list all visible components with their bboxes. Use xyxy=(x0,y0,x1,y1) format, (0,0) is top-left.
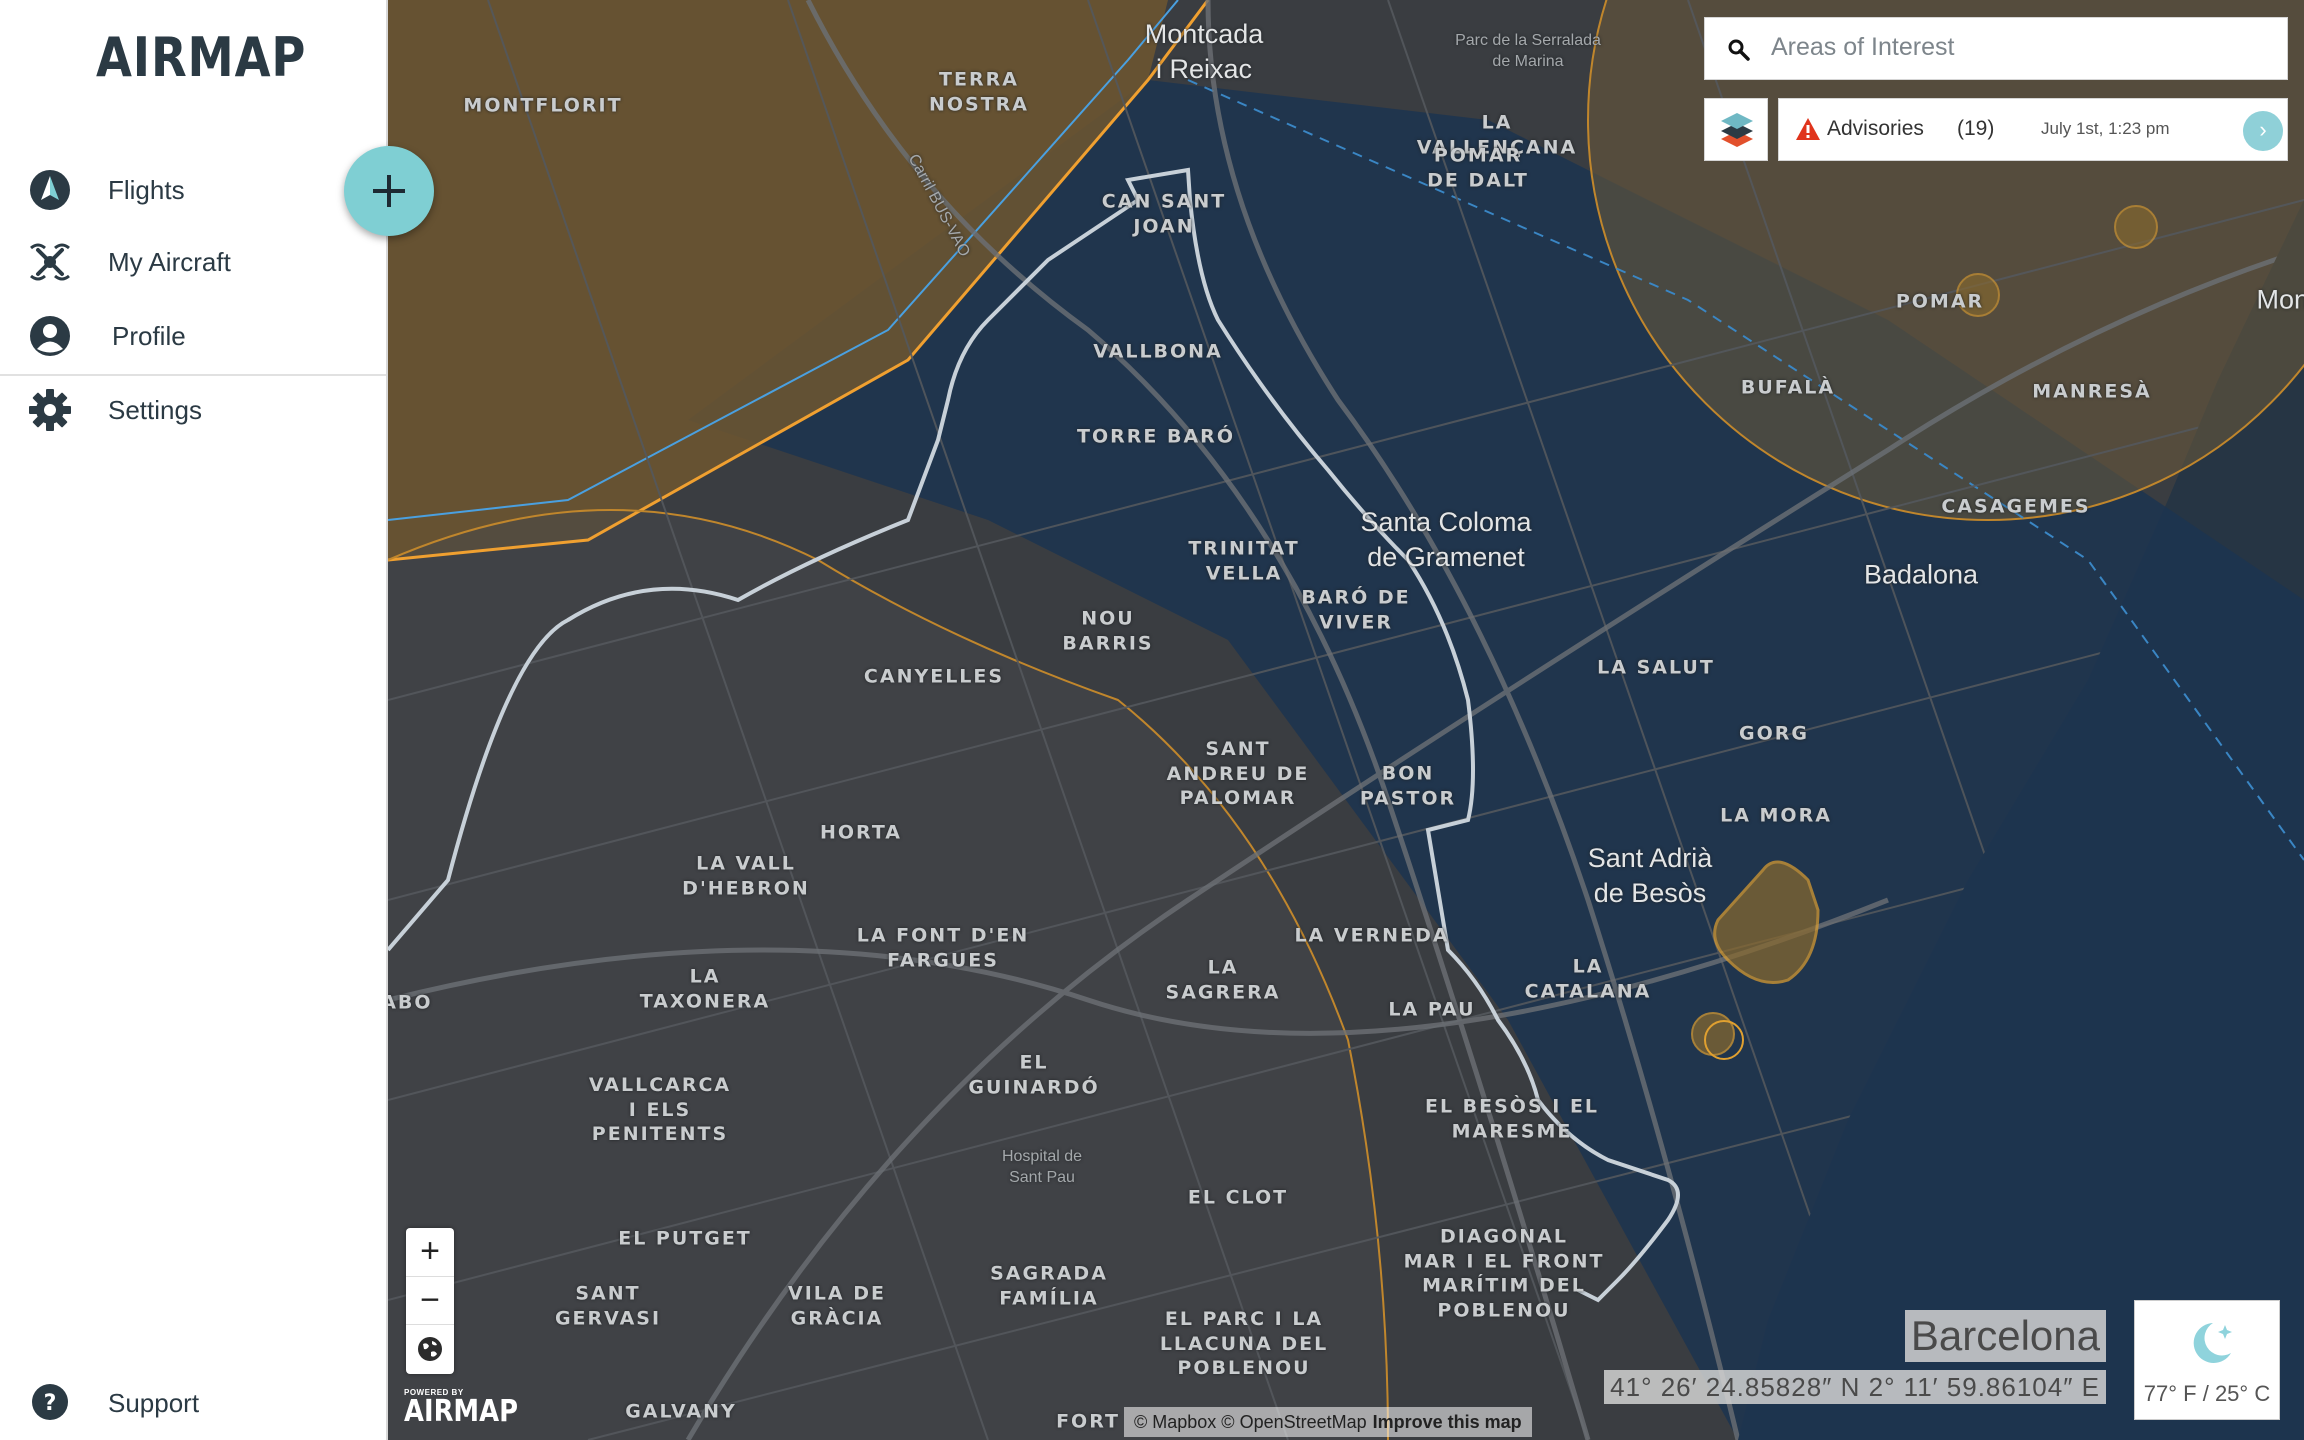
map-label: NOU BARRIS xyxy=(1062,607,1154,654)
help-icon: ? xyxy=(28,1380,72,1424)
map-label: EL PUTGET xyxy=(618,1227,752,1250)
weather-temperature: 77° F / 25° C xyxy=(2143,1381,2271,1406)
map-label: BARÓ DE VIVER xyxy=(1301,586,1411,633)
sidebar-item-label: My Aircraft xyxy=(108,246,231,277)
map-label: GORG xyxy=(1739,722,1809,745)
airmap-logo: AIRMAP xyxy=(96,26,307,89)
map-label: Parc de la Serralada de Marina xyxy=(1455,32,1601,70)
map-label: CASAGEMES xyxy=(1941,495,2091,518)
advisories-time: July 1st, 1:23 pm xyxy=(2041,119,2170,138)
map-label: TRINITAT VELLA xyxy=(1188,537,1300,584)
sidebar-item-label: Profile xyxy=(112,320,186,351)
map-label: EL PARC I LA LLACUNA DEL POBLENOU xyxy=(1159,1307,1329,1380)
map-label: VALLCARCA I ELS PENITENTS xyxy=(588,1073,732,1146)
flights-icon xyxy=(28,168,72,212)
map-label: POMAR DE DALT xyxy=(1427,144,1529,191)
plus-icon xyxy=(373,175,405,207)
sidebar-item-support[interactable]: ? Support xyxy=(0,1366,386,1438)
map-label: LA FONT D'EN FARGUES xyxy=(856,924,1030,971)
map-label: Hospital de Sant Pau xyxy=(1001,1148,1083,1186)
weather-widget[interactable]: 77° F / 25° C xyxy=(2134,1300,2280,1420)
map-label: FORT xyxy=(1056,1410,1120,1433)
map-label: EL CLOT xyxy=(1187,1186,1289,1209)
map-label: VALLBONA xyxy=(1093,340,1223,363)
zoom-out-button[interactable]: − xyxy=(406,1276,454,1325)
map-label: DIAGONAL MAR I EL FRONT MARÍTIM DEL POBL… xyxy=(1403,1225,1605,1322)
map-label: MANRESÀ xyxy=(2032,380,2152,403)
map-label: EL GUINARDÓ xyxy=(968,1051,1100,1098)
map-label: HORTA xyxy=(819,821,903,844)
improve-map-link[interactable]: Improve this map xyxy=(1373,1412,1522,1432)
sidebar: AIRMAP Flights My Aircraft Profile Setti… xyxy=(0,0,388,1440)
map-label: BUFALÀ xyxy=(1740,376,1836,399)
map-canvas[interactable]: Montcada i Reixac MONTFLORIT TERRA NOSTRA C… xyxy=(388,0,2304,1440)
powered-by-logo: AIRMAP xyxy=(404,1394,518,1429)
map-label: SANT GERVASI xyxy=(554,1282,662,1329)
map-label: LA VERNEDA xyxy=(1294,924,1450,947)
layers-button[interactable] xyxy=(1704,98,1768,161)
warning-icon xyxy=(1796,118,1820,140)
map-attribution: © Mapbox © OpenStreetMap Improve this map xyxy=(1124,1407,1532,1437)
map-label: CANYELLES xyxy=(863,665,1005,688)
sidebar-item-label: Support xyxy=(108,1388,200,1418)
sidebar-item-settings[interactable]: Settings xyxy=(0,374,386,446)
sidebar-item-label: Settings xyxy=(108,394,202,425)
map-label: DABO xyxy=(388,991,433,1014)
map-label: Montg xyxy=(2256,284,2304,315)
sidebar-item-profile[interactable]: Profile xyxy=(0,300,386,372)
map-label: TERRA NOSTRA xyxy=(928,68,1030,115)
map-label: TORRE BARÓ xyxy=(1077,425,1235,448)
map-label: GALVANY xyxy=(625,1400,737,1423)
sidebar-item-my-aircraft[interactable]: My Aircraft xyxy=(0,226,386,298)
map-label: Sant Adrià de Besòs xyxy=(1587,842,1713,908)
map-label: POMAR xyxy=(1895,290,1985,313)
map-label: Santa Coloma de Gramenet xyxy=(1360,506,1532,572)
map-label: Badalona xyxy=(1863,559,1979,590)
location-name: Barcelona xyxy=(1904,1310,2106,1362)
advisories-open-button[interactable]: › xyxy=(2243,111,2283,151)
sidebar-item-label: Flights xyxy=(108,174,185,205)
map-label: LA CATALANA xyxy=(1524,955,1652,1002)
map-label: LA TAXONERA xyxy=(639,965,771,1012)
map-label: VILA DE GRÀCIA xyxy=(788,1282,886,1329)
drone-icon xyxy=(28,240,72,284)
moon-stars-icon xyxy=(2193,1323,2232,1363)
location-coordinates: 41° 26′ 24.85828″ N 2° 11′ 59.86104″ E xyxy=(1604,1370,2106,1404)
svg-text:?: ? xyxy=(44,1391,57,1416)
map-label: SAGRADA FAMÍLIA xyxy=(990,1262,1108,1309)
search-icon xyxy=(1728,39,1750,61)
user-icon xyxy=(28,314,72,358)
globe-button[interactable] xyxy=(406,1324,454,1373)
advisories-count: (19) xyxy=(1957,117,1995,140)
advisories-label: Advisories xyxy=(1827,117,1924,140)
map-label: LA MORA xyxy=(1720,804,1832,827)
globe-icon xyxy=(418,1337,442,1361)
map-label: Montcada i Reixac xyxy=(1144,18,1264,84)
map-label: SANT ANDREU DE PALOMAR xyxy=(1166,737,1310,810)
add-flight-button[interactable] xyxy=(344,146,434,236)
map-label: MONTFLORIT xyxy=(463,94,623,117)
map-label: LA PAU xyxy=(1388,998,1476,1021)
attribution-text[interactable]: © Mapbox © OpenStreetMap xyxy=(1134,1412,1367,1432)
sidebar-item-flights[interactable]: Flights xyxy=(0,154,386,226)
map-label: BON PASTOR xyxy=(1359,762,1457,809)
powered-by-airmap[interactable]: POWERED BY AIRMAP xyxy=(404,1388,537,1427)
map-label: LA SALUT xyxy=(1597,656,1715,679)
zoom-in-button[interactable]: + xyxy=(406,1228,454,1276)
map-label: LA VALL D'HEBRON xyxy=(682,852,810,899)
gear-icon xyxy=(28,388,72,432)
zoom-control: + − xyxy=(406,1228,454,1374)
advisories-bar[interactable]: Advisories (19) July 1st, 1:23 pm › xyxy=(1778,98,2288,161)
search-input[interactable] xyxy=(1769,32,2273,63)
map-label: CAN SANT JOAN xyxy=(1101,190,1227,237)
map-label: LA SAGRERA xyxy=(1165,956,1281,1003)
map-basemap xyxy=(388,0,2304,1440)
map-label: EL BESÒS I EL MARESME xyxy=(1424,1095,1600,1142)
areas-of-interest-search[interactable] xyxy=(1704,17,2288,80)
layers-icon xyxy=(1721,113,1753,147)
